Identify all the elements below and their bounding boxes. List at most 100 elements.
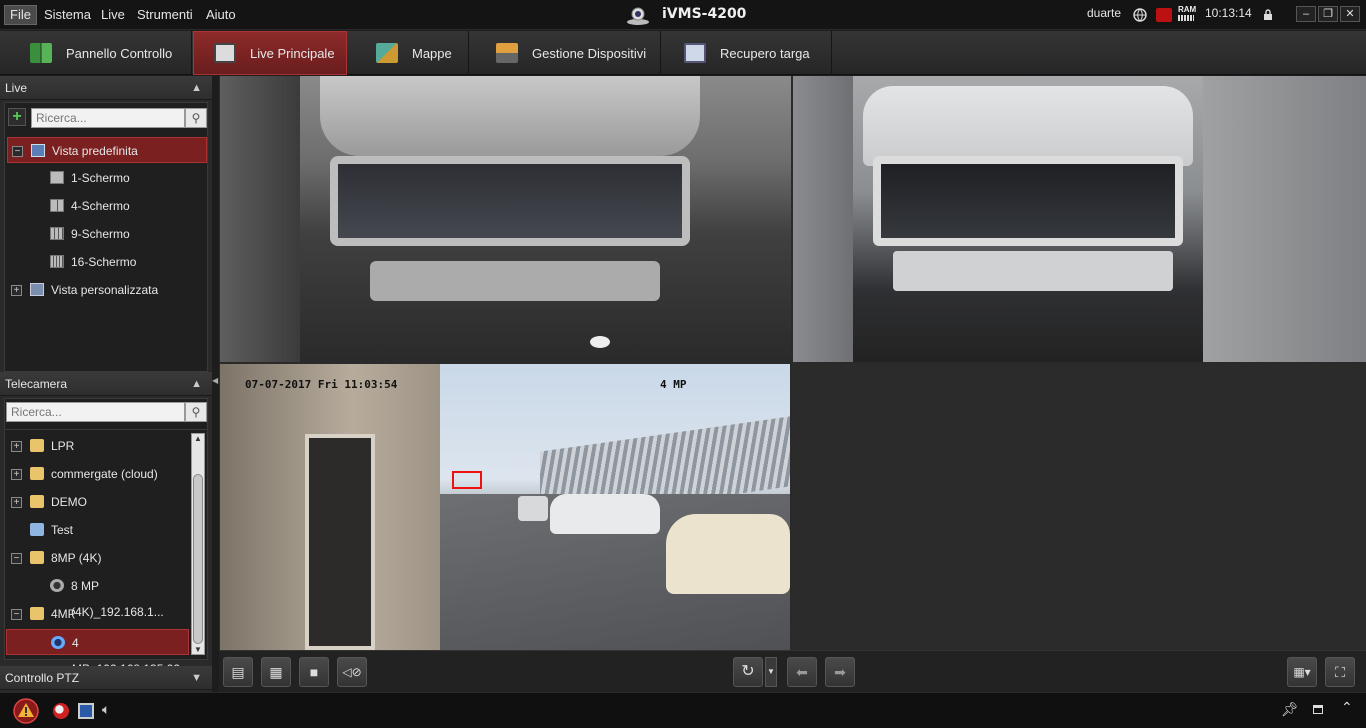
tab-label: Recupero targa [720,45,810,61]
save-as-view-icon[interactable]: ▦ [261,657,291,687]
menu-aiuto[interactable]: Aiuto [201,5,241,25]
tree-item-16-schermo[interactable]: 16-Schermo [7,249,207,275]
lock-icon[interactable] [1263,8,1273,21]
background-wall [220,76,300,362]
tree-item-vista-predefinita[interactable]: − Vista predefinita [7,137,207,163]
search-icon[interactable]: ⚲ [185,402,207,422]
tree-item-8mp-4k[interactable]: − 8MP (4K) [7,545,189,571]
tab-label: Gestione Dispositivi [532,45,647,61]
fullscreen-icon[interactable]: ⛶ [1325,657,1355,687]
audio-icon[interactable]: 🔈︎ [102,701,110,718]
osd-timestamp: 07-07-2017 Fri 11:03:54 [245,378,398,391]
ivms-logo-icon [627,7,649,25]
scrollbar[interactable]: ▲ ▼ [191,433,205,655]
next-page-icon[interactable]: ➡ [825,657,855,687]
scroll-down-icon[interactable]: ▼ [194,645,202,654]
pin-icon[interactable]: 📌︎ [1281,701,1299,718]
tree-item-camera-4mp[interactable]: 4 MP_192.168.135.92 [6,629,189,676]
tree-item-commergate[interactable]: + commergate (cloud) [7,461,189,487]
tab-gestione-dispositivi[interactable]: Gestione Dispositivi [470,31,661,75]
alarm-warning-icon[interactable] [13,698,39,724]
live-panel-title: Live [5,81,28,95]
tab-label: Pannello Controllo [66,45,173,61]
ram-label: RAM [1178,5,1197,14]
collapse-icon[interactable]: ▲ [191,372,202,396]
tree-item-test[interactable]: Test [7,517,189,543]
globe-icon[interactable] [1133,8,1147,22]
tree-label: LPR [51,439,75,453]
menu-live[interactable]: Live [96,5,130,25]
menu-file[interactable]: File [4,5,37,25]
tree-label: 9-Schermo [71,227,130,241]
expand-expander-icon[interactable]: + [11,441,22,452]
camera-alarm-icon[interactable] [53,703,69,719]
ptz-panel-header[interactable]: Controllo PTZ ▼ [0,666,212,690]
tree-item-vista-personalizzata[interactable]: + Vista personalizzata [7,277,207,303]
tree-label: Vista predefinita [52,144,138,158]
folder-icon [30,523,44,536]
video-tile-4-empty[interactable] [793,364,1366,650]
collapse-expander-icon[interactable]: − [11,553,22,564]
cpu-alert-icon[interactable] [1156,8,1172,22]
search-icon[interactable]: ⚲ [185,108,207,128]
tab-pannello-controllo[interactable]: Pannello Controllo [0,31,192,75]
layout-16-icon [50,255,64,268]
plate-search-icon [684,43,706,63]
tab-live-principale[interactable]: Live Principale [193,31,347,75]
tree-item-camera-8mp[interactable]: 8 MP (4K)_192.168.1... [7,573,189,619]
scrollbar-thumb[interactable] [193,474,203,644]
live-panel-header[interactable]: Live ▲ [0,76,212,100]
truck-grille [893,251,1173,291]
layout-select-icon[interactable]: ▦▾ [1287,657,1317,687]
tab-mappe[interactable]: Mappe [348,31,469,75]
folder-icon [30,467,44,480]
collapse-icon[interactable]: ▲ [191,76,202,100]
expand-expander-icon[interactable]: + [11,285,22,296]
tab-recupero-targa[interactable]: Recupero targa [662,31,832,75]
dropdown-arrow-icon[interactable]: ▼ [765,657,777,687]
tree-item-lpr[interactable]: + LPR [7,433,189,459]
view-group-icon [31,144,45,157]
close-button[interactable]: ✕ [1340,6,1360,22]
video-tile-2[interactable] [793,76,1366,362]
restore-button[interactable]: ❐ [1318,6,1338,22]
camera-panel-header[interactable]: Telecamera ▲ [0,372,212,396]
expand-up-icon[interactable]: ⌃ [1341,699,1353,716]
tree-item-9-schermo[interactable]: 9-Schermo [7,221,207,247]
collapse-expander-icon[interactable]: − [12,146,23,157]
tree-label: 1-Schermo [71,171,130,185]
folder-icon [30,439,44,452]
tree-item-1-schermo[interactable]: 1-Schermo [7,165,207,191]
event-monitor-icon[interactable] [78,703,94,719]
menu-strumenti[interactable]: Strumenti [132,5,198,25]
tree-item-demo[interactable]: + DEMO [7,489,189,515]
window-mode-icon[interactable] [1313,705,1323,714]
minimize-button[interactable]: – [1296,6,1316,22]
expand-expander-icon[interactable]: + [11,469,22,480]
headlight [590,336,610,348]
live-search-input[interactable]: Ricerca... [31,108,185,128]
menu-sistema[interactable]: Sistema [39,5,96,25]
camera-search-input[interactable]: Ricerca... [6,402,185,422]
save-view-icon[interactable]: ▤ [223,657,253,687]
folder-icon [30,607,44,620]
previous-page-icon[interactable]: ⬅ [787,657,817,687]
refresh-icon[interactable]: ↻ [733,657,763,687]
module-tabbar: Pannello Controllo Live Principale Mappe… [0,31,1366,75]
scroll-up-icon[interactable]: ▲ [194,434,202,443]
truck-grille [370,261,660,301]
video-tile-3[interactable]: 07-07-2017 Fri 11:03:54 4 MP [220,364,790,650]
video-tile-1[interactable] [220,76,791,362]
collapse-left-panel-icon[interactable]: ◀ [212,376,218,385]
tree-item-4mp[interactable]: − 4MP [7,601,189,627]
collapse-expander-icon[interactable]: − [11,609,22,620]
add-view-icon[interactable]: + [8,108,26,126]
truck-cab-roof [863,86,1193,166]
ram-meter-icon[interactable] [1178,15,1194,21]
expand-expander-icon[interactable]: + [11,497,22,508]
expand-icon[interactable]: ▼ [191,666,202,690]
tree-item-4-schermo[interactable]: 4-Schermo [7,193,207,219]
mute-icon[interactable]: ◁⊘ [337,657,367,687]
truck-windshield [330,156,690,246]
stop-all-icon[interactable]: ■ [299,657,329,687]
